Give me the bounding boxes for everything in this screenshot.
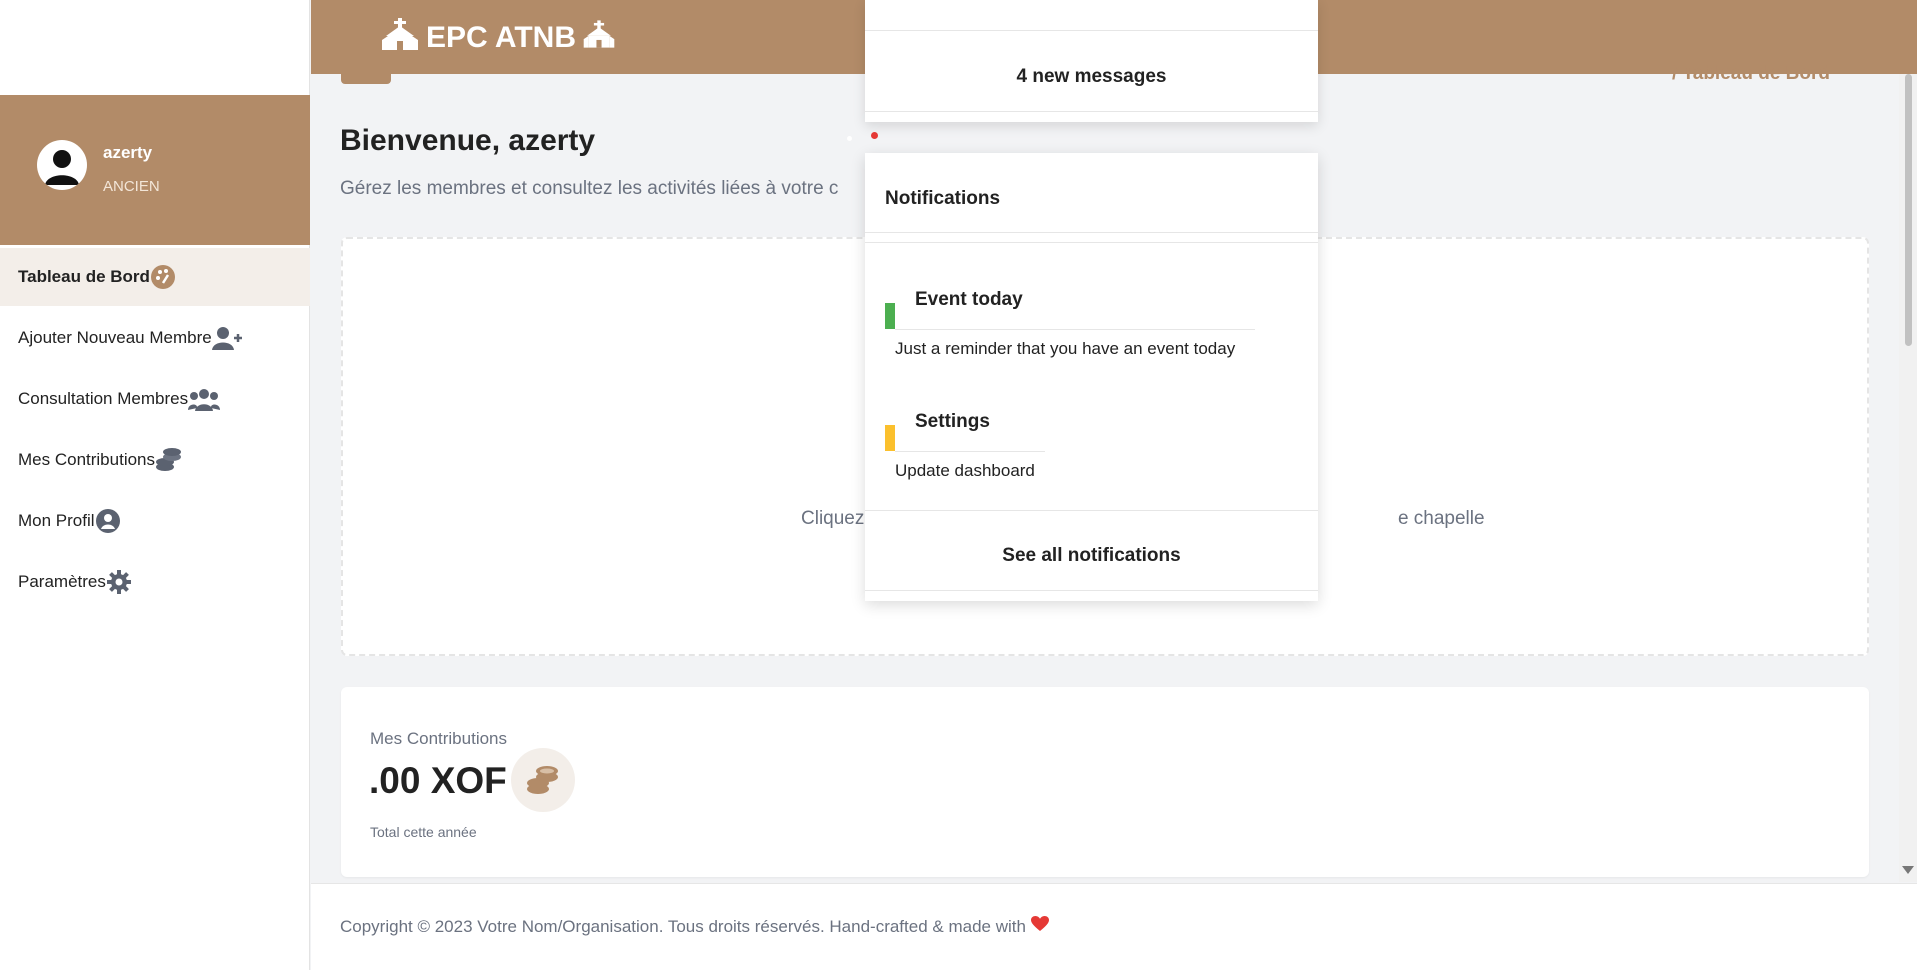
coins-icon: [155, 447, 183, 473]
divider: [865, 232, 1318, 233]
chapel-card-text-right: e chapelle: [1397, 508, 1485, 529]
breadcrumb[interactable]: / Tableau de Bord: [1672, 63, 1830, 85]
brand[interactable]: EPC ATNB: [380, 18, 616, 58]
divider: [865, 30, 1318, 31]
sidebar-item-label: Paramètres: [18, 572, 106, 591]
sidebar-item-label: Mon Profil: [18, 511, 95, 530]
user-circle-icon: [95, 508, 121, 534]
notification-text: Update dashboard: [895, 461, 1035, 480]
sidebar-item-label: Ajouter Nouveau Membre: [18, 328, 212, 347]
menu-toggle-tab[interactable]: [341, 74, 391, 84]
messages-dropdown: 4 new messages: [865, 0, 1318, 122]
divider: [865, 590, 1318, 591]
divider: [895, 329, 1255, 330]
notification-title: Event today: [915, 289, 1023, 310]
scrollbar-thumb[interactable]: [1905, 74, 1912, 346]
notification-color-bar: [885, 425, 895, 451]
sidebar-item-contributions[interactable]: Mes Contributions: [0, 431, 310, 489]
sidebar-item-add-member[interactable]: Ajouter Nouveau Membre: [0, 309, 310, 367]
divider: [865, 510, 1318, 511]
contributions-label: Mes Contributions: [370, 729, 508, 748]
divider: [865, 111, 1318, 112]
avatar[interactable]: [37, 140, 87, 190]
coins-icon: [511, 748, 575, 812]
chapel-card-text-left: Cliquez: [801, 508, 865, 529]
sidebar-item-label: Mes Contributions: [18, 450, 156, 469]
see-all-notifications-link[interactable]: See all notifications: [865, 545, 1318, 567]
sidebar-item-label: Tableau de Bord: [18, 267, 150, 286]
sidebar: azerty ANCIEN Tableau de Bord Ajouter No…: [0, 0, 310, 970]
user-name: azerty: [103, 143, 153, 162]
notifications-dropdown: Notifications Event today Just a reminde…: [865, 153, 1318, 601]
users-icon: [188, 386, 221, 412]
sidebar-item-members[interactable]: Consultation Membres: [0, 370, 310, 428]
page-title: Bienvenue, azerty: [340, 124, 596, 157]
user-plus-icon: [211, 325, 244, 351]
contributions-value: .00 XOF: [369, 760, 507, 801]
divider: [865, 242, 1318, 243]
divider: [895, 451, 1045, 452]
new-messages-link[interactable]: 4 new messages: [865, 66, 1318, 88]
church-icon: [582, 20, 616, 56]
notification-color-bar: [885, 303, 895, 329]
notification-title: Settings: [915, 411, 990, 432]
church-icon: [380, 18, 420, 58]
scroll-down-arrow[interactable]: [1902, 866, 1914, 874]
sidebar-item-label: Consultation Membres: [18, 389, 189, 408]
indicator-dot: [847, 136, 852, 141]
gear-icon: [106, 569, 132, 595]
dashboard-icon: [150, 264, 176, 290]
sidebar-item-profile[interactable]: Mon Profil: [0, 492, 310, 550]
notification-text: Just a reminder that you have an event t…: [895, 339, 1236, 358]
sidebar-item-settings[interactable]: Paramètres: [0, 553, 310, 611]
sidebar-item-dashboard[interactable]: Tableau de Bord: [0, 248, 310, 306]
contributions-footnote: Total cette année: [370, 824, 477, 840]
brand-name: EPC ATNB: [426, 21, 576, 54]
user-role: ANCIEN: [103, 178, 160, 195]
page-subtitle: Gérez les membres et consultez les activ…: [340, 178, 839, 199]
notifications-header: Notifications: [885, 188, 1001, 209]
notification-badge-dot: [871, 132, 878, 139]
footer-copyright: Copyright © 2023 Votre Nom/Organisation.…: [340, 916, 1026, 936]
footer-text: Copyright © 2023 Votre Nom/Organisation.…: [340, 916, 1049, 937]
heart-icon: [1030, 916, 1049, 937]
